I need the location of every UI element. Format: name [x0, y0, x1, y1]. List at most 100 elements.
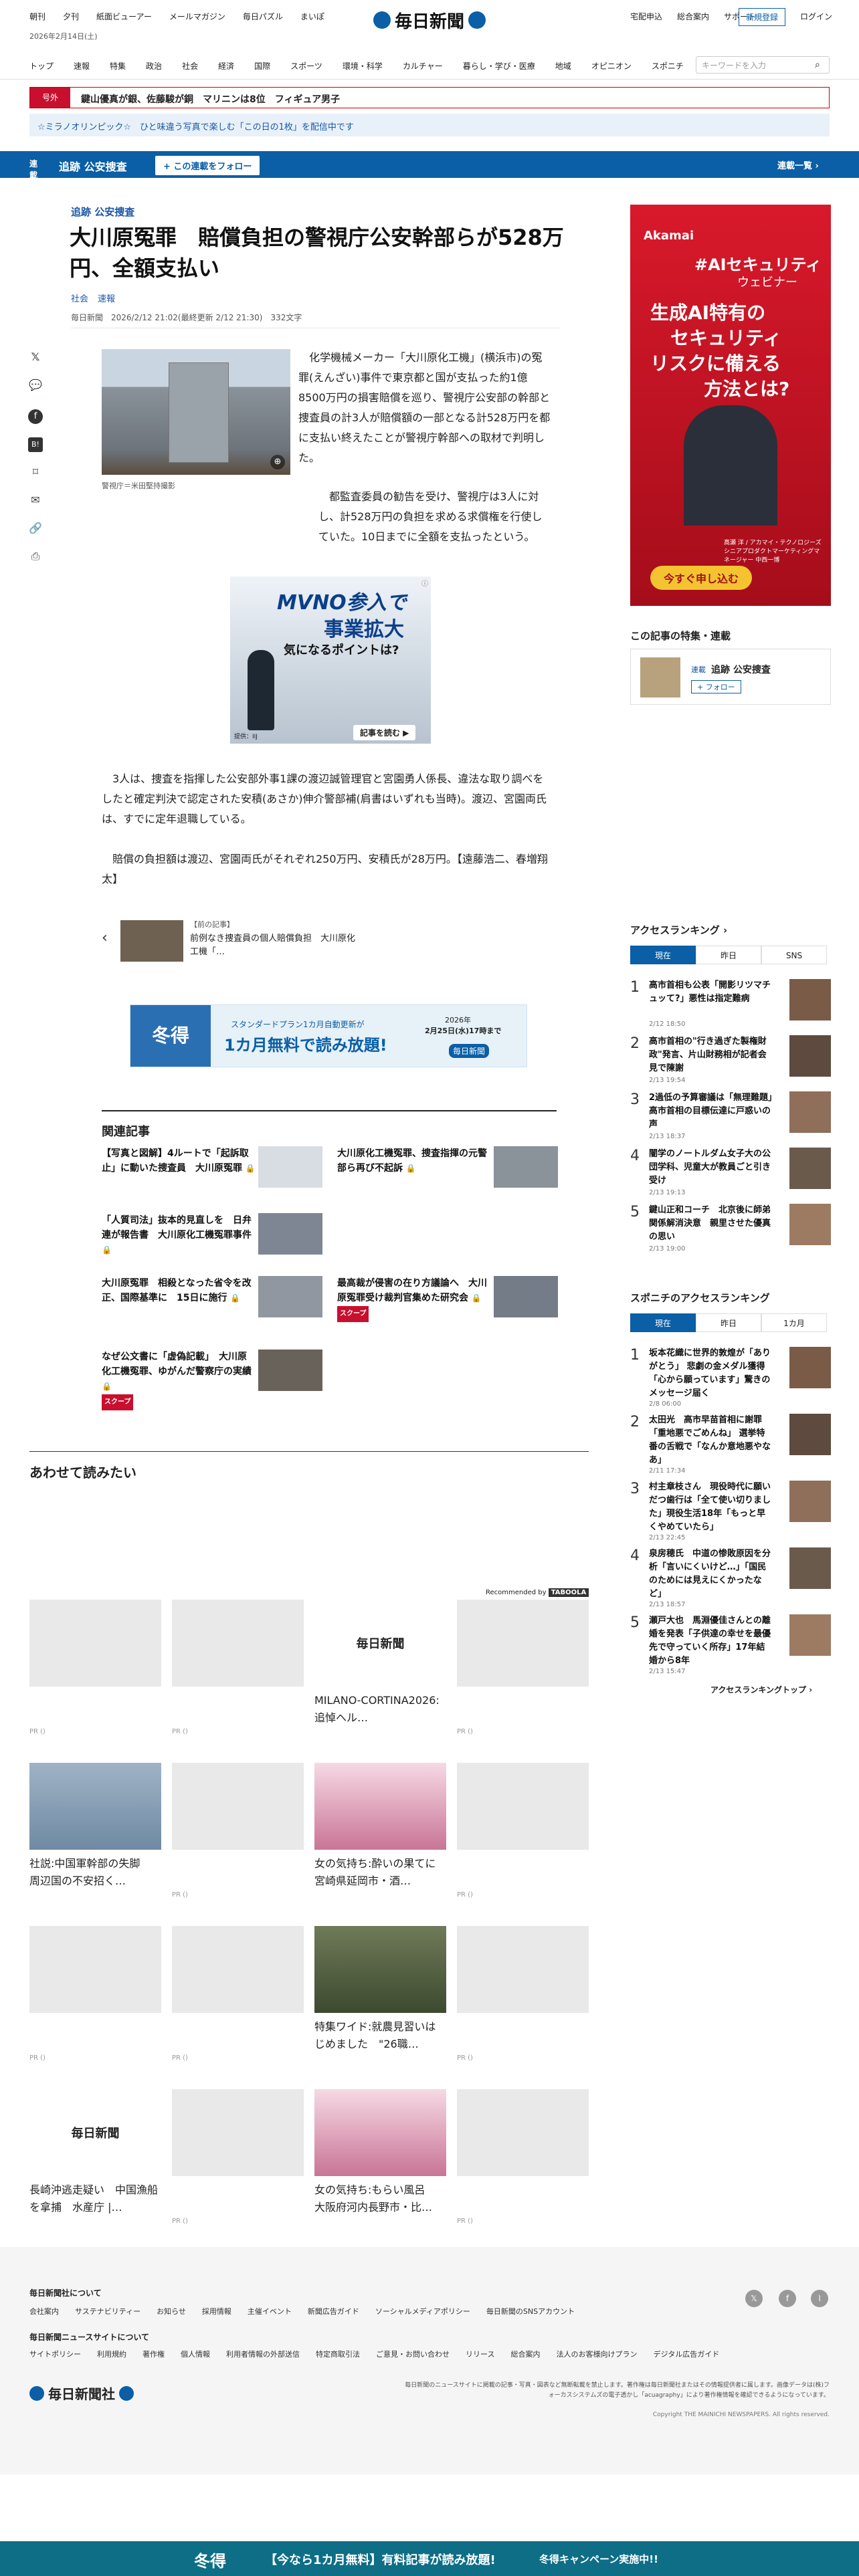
- nav-features[interactable]: 特集: [110, 60, 126, 72]
- recommend-card[interactable]: PR (): [29, 1926, 161, 2062]
- footer-link[interactable]: 著作権: [142, 2350, 165, 2359]
- ad-info-icon[interactable]: ⓘ: [421, 578, 428, 588]
- ranking-tab-sns[interactable]: SNS: [761, 946, 827, 964]
- recommend-card[interactable]: PR (): [457, 1600, 589, 1735]
- footer-link[interactable]: 法人のお客様向けプラン: [556, 2350, 637, 2359]
- recommend-card[interactable]: PR (): [29, 1600, 161, 1735]
- bookmark-icon[interactable]: ⌑: [28, 465, 43, 480]
- util-link[interactable]: 毎日パズル: [243, 12, 283, 21]
- recommend-card[interactable]: PR (): [457, 1763, 589, 1899]
- search-icon[interactable]: ⌕: [815, 60, 820, 70]
- sponichi-tab-yesterday[interactable]: 昨日: [696, 1313, 761, 1332]
- login-link[interactable]: ログイン: [800, 11, 832, 22]
- breaking-news-bar[interactable]: 号外 鍵山優真が銀、佐藤駿が銅 マリニンは8位 フィギュア男子: [29, 87, 830, 108]
- sponichi-tab-month[interactable]: 1カ月: [761, 1313, 827, 1332]
- recommend-card[interactable]: 特集ワイド:就農見習いはじめました "26職…: [314, 1926, 446, 2053]
- nav-region[interactable]: 地域: [555, 60, 571, 72]
- nav-sponichi[interactable]: スポニチ: [652, 60, 684, 72]
- zoom-icon[interactable]: ⊕: [270, 455, 285, 469]
- prev-article-title[interactable]: 前例なき捜査員の個人賠償負担 大川原化工機「…: [190, 932, 357, 959]
- nav-society[interactable]: 社会: [182, 60, 198, 72]
- footer-link[interactable]: サステナビリティー: [75, 2307, 140, 2316]
- footer-link[interactable]: 個人情報: [181, 2350, 210, 2359]
- feature-follow-button[interactable]: + フォロー: [691, 680, 741, 693]
- akamai-ad[interactable]: Akamai #AIセキュリティ ウェビナー 生成AI特有の セキュリティ リス…: [630, 205, 831, 606]
- footer-link[interactable]: ご意見・お問い合わせ: [376, 2350, 450, 2359]
- recommend-card[interactable]: 社説:中国軍幹部の失脚 周辺国の不安招く…: [29, 1763, 161, 1890]
- footer-link[interactable]: お知らせ: [157, 2307, 186, 2316]
- recommend-card[interactable]: 女の気持ち:もらい風呂 大阪府河内長野市・比…: [314, 2089, 446, 2216]
- nav-economy[interactable]: 経済: [218, 60, 234, 72]
- article-kicker[interactable]: 追跡 公安捜査: [71, 205, 134, 219]
- footer-link[interactable]: リリース: [466, 2350, 494, 2359]
- ranking-tab-yesterday[interactable]: 昨日: [696, 946, 761, 964]
- ad-cta[interactable]: 記事を読む ▶: [353, 725, 416, 740]
- search-input[interactable]: キーワードを入力: [696, 56, 830, 74]
- nav-opinion[interactable]: オピニオン: [591, 60, 632, 72]
- nav-politics[interactable]: 政治: [146, 60, 162, 72]
- nav-international[interactable]: 国際: [254, 60, 270, 72]
- facebook-icon[interactable]: f: [28, 409, 43, 424]
- util-link[interactable]: まいぽ: [300, 12, 324, 21]
- footer-link[interactable]: 採用情報: [202, 2307, 231, 2316]
- nav-science[interactable]: 環境・科学: [343, 60, 383, 72]
- nav-top[interactable]: トップ: [29, 60, 54, 72]
- recommend-card[interactable]: 毎日新聞 長崎沖逃走疑い 中国漁船を拿捕 水産庁 |…: [29, 2089, 161, 2216]
- footer-link[interactable]: 総合案内: [510, 2350, 540, 2359]
- winter-campaign-banner[interactable]: 冬得 スタンダードプラン1カ月自動更新が 1カ月無料で読み放題! 2026年 2…: [130, 1004, 527, 1067]
- util-link[interactable]: 朝刊: [29, 12, 45, 21]
- recommend-card[interactable]: 毎日新聞 MILANO-CORTINA2026:追悼ヘル…: [314, 1600, 446, 1727]
- prev-article-arrow-icon[interactable]: ‹: [102, 930, 108, 946]
- comment-icon[interactable]: 💬: [28, 379, 43, 393]
- sponichi-tab-now[interactable]: 現在: [630, 1313, 696, 1332]
- footer-link[interactable]: 特定商取引法: [316, 2350, 360, 2359]
- recommend-card[interactable]: PR (): [457, 1926, 589, 2062]
- recommend-card[interactable]: 女の気持ち:酔いの果てに 宮崎県延岡市・酒…: [314, 1763, 446, 1890]
- util-link[interactable]: 夕刊: [63, 12, 79, 21]
- article-photo[interactable]: ⊕: [102, 349, 290, 475]
- site-logo[interactable]: 毎日新聞: [369, 7, 490, 33]
- recommend-card[interactable]: PR (): [457, 2089, 589, 2225]
- link-icon[interactable]: 🔗: [28, 522, 43, 536]
- footer-link[interactable]: サイトポリシー: [29, 2350, 81, 2359]
- nav-sports[interactable]: スポーツ: [290, 60, 322, 72]
- facebook-icon[interactable]: f: [779, 2290, 796, 2307]
- series-title[interactable]: 追跡 公安捜査: [59, 158, 127, 174]
- util-link[interactable]: 総合案内: [677, 12, 709, 21]
- footer-link[interactable]: 利用規約: [97, 2350, 126, 2359]
- x-icon[interactable]: 𝕏: [745, 2290, 763, 2307]
- prev-article-thumb[interactable]: [120, 920, 183, 962]
- util-link[interactable]: メールマガジン: [169, 12, 225, 21]
- ad-cta-button[interactable]: 今すぐ申し込む: [650, 566, 753, 590]
- tag-society[interactable]: 社会: [71, 294, 88, 304]
- tag-breaking[interactable]: 速報: [98, 294, 115, 304]
- recommend-card[interactable]: PR (): [172, 2089, 304, 2225]
- footer-link[interactable]: 新聞広告ガイド: [308, 2307, 359, 2316]
- series-follow-button[interactable]: + この連載をフォロー: [155, 156, 260, 175]
- promo-bar[interactable]: ☆ミラノオリンピック☆ ひと味違う写真で楽しむ「この日の1枚」を配信中です: [29, 114, 830, 136]
- nav-breaking[interactable]: 速報: [74, 60, 90, 72]
- mvno-ad[interactable]: ⓘ MVNO参入で 事業拡大 気になるポイントは? 提供：IIJ 記事を読む ▶: [230, 576, 431, 744]
- util-link[interactable]: 宅配申込: [630, 12, 662, 21]
- util-link[interactable]: 紙面ビューアー: [96, 12, 152, 21]
- nav-culture[interactable]: カルチャー: [403, 60, 443, 72]
- bottom-campaign-bar[interactable]: 冬得 【今なら1カ月無料】有料記事が読み放題! 冬得キャンペーン実施中!!: [0, 2541, 859, 2576]
- recommend-card[interactable]: PR (): [172, 1763, 304, 1899]
- mail-icon[interactable]: ✉: [28, 494, 43, 508]
- rss-icon[interactable]: ⌇: [811, 2290, 828, 2307]
- footer-link[interactable]: 利用者情報の外部送信: [226, 2350, 300, 2359]
- print-icon[interactable]: ⎙: [28, 550, 43, 564]
- nav-life[interactable]: 暮らし・学び・医療: [463, 60, 535, 72]
- feature-card[interactable]: 連載 追跡 公安捜査 + フォロー: [630, 649, 831, 705]
- x-share-icon[interactable]: 𝕏: [28, 350, 43, 365]
- footer-link[interactable]: 毎日新聞のSNSアカウント: [486, 2307, 575, 2316]
- footer-company-logo[interactable]: 毎日新聞社: [29, 2383, 134, 2403]
- footer-link[interactable]: 主催イベント: [248, 2307, 292, 2316]
- footer-link[interactable]: デジタル広告ガイド: [653, 2350, 719, 2359]
- recommend-card[interactable]: PR (): [172, 1926, 304, 2062]
- ranking-heading[interactable]: アクセスランキング ›: [630, 923, 727, 937]
- footer-link[interactable]: 会社案内: [29, 2307, 59, 2316]
- series-list-link[interactable]: 連載一覧 ›: [777, 158, 819, 171]
- recommend-card[interactable]: PR (): [172, 1600, 304, 1735]
- hatena-icon[interactable]: B!: [28, 437, 43, 452]
